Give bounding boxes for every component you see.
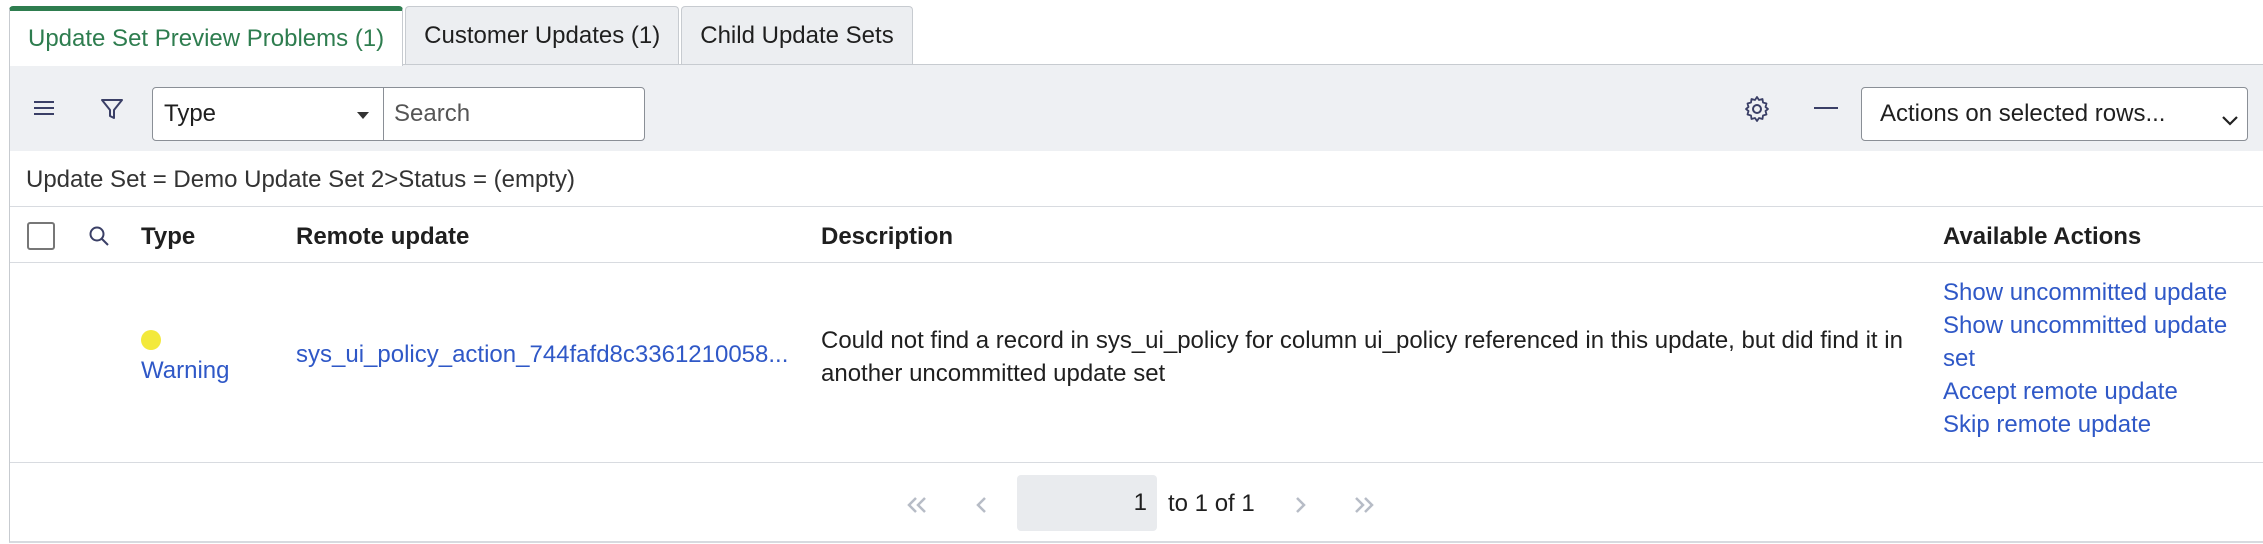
next-page-icon[interactable]	[1281, 485, 1321, 525]
tab-child-update-sets[interactable]: Child Update Sets	[681, 6, 913, 65]
column-header-description[interactable]: Description	[821, 223, 953, 251]
gear-icon[interactable]	[1741, 93, 1773, 125]
filter-icon[interactable]	[98, 95, 126, 123]
tab-customer-updates[interactable]: Customer Updates (1)	[405, 6, 680, 65]
divider	[10, 262, 2263, 263]
search-icon[interactable]	[86, 223, 112, 249]
divider	[10, 462, 2263, 463]
column-header-type[interactable]: Type	[141, 223, 195, 251]
column-header-available-actions[interactable]: Available Actions	[1943, 223, 2141, 251]
caret-down-icon	[357, 112, 369, 119]
show-uncommitted-update-link[interactable]: Show uncommitted update	[1943, 276, 2243, 309]
related-list-panel: Type Actions on selected rows... Update …	[9, 65, 2263, 543]
search-input[interactable]	[383, 87, 645, 141]
page-number-input[interactable]	[1017, 475, 1157, 531]
warning-status-dot-icon	[141, 330, 161, 350]
remote-update-link[interactable]: sys_ui_policy_action_744fafd8c3361210058…	[296, 341, 788, 369]
list-toolbar: Type Actions on selected rows...	[10, 65, 2263, 151]
pagination-summary: to 1 of 1	[1168, 490, 1255, 517]
type-warning-link[interactable]: Warning	[141, 357, 229, 385]
minus-icon[interactable]	[1812, 95, 1840, 121]
column-header-remote-update[interactable]: Remote update	[296, 223, 469, 251]
previous-page-icon[interactable]	[961, 485, 1001, 525]
available-actions-list: Show uncommitted update Show uncommitted…	[1943, 276, 2243, 441]
type-field-select-value: Type	[164, 100, 217, 127]
actions-on-selected-rows-select[interactable]: Actions on selected rows...	[1861, 87, 2248, 141]
last-page-icon[interactable]	[1344, 485, 1384, 525]
tab-update-set-preview-problems[interactable]: Update Set Preview Problems (1)	[9, 6, 404, 66]
type-field-select[interactable]: Type	[152, 87, 384, 141]
show-uncommitted-update-set-link[interactable]: Show uncommitted update set	[1943, 309, 2243, 375]
first-page-icon[interactable]	[897, 485, 937, 525]
skip-remote-update-link[interactable]: Skip remote update	[1943, 408, 2243, 441]
accept-remote-update-link[interactable]: Accept remote update	[1943, 375, 2243, 408]
filter-breadcrumb[interactable]: Update Set = Demo Update Set 2>Status = …	[26, 166, 575, 194]
tab-bar: Update Set Preview Problems (1) Customer…	[9, 6, 915, 66]
hamburger-menu-icon[interactable]	[29, 95, 59, 121]
chevron-down-icon	[2221, 106, 2239, 134]
row-description: Could not find a record in sys_ui_policy…	[821, 327, 1903, 387]
select-all-checkbox[interactable]	[27, 222, 55, 250]
divider	[10, 206, 2263, 207]
actions-select-value: Actions on selected rows...	[1880, 100, 2166, 127]
